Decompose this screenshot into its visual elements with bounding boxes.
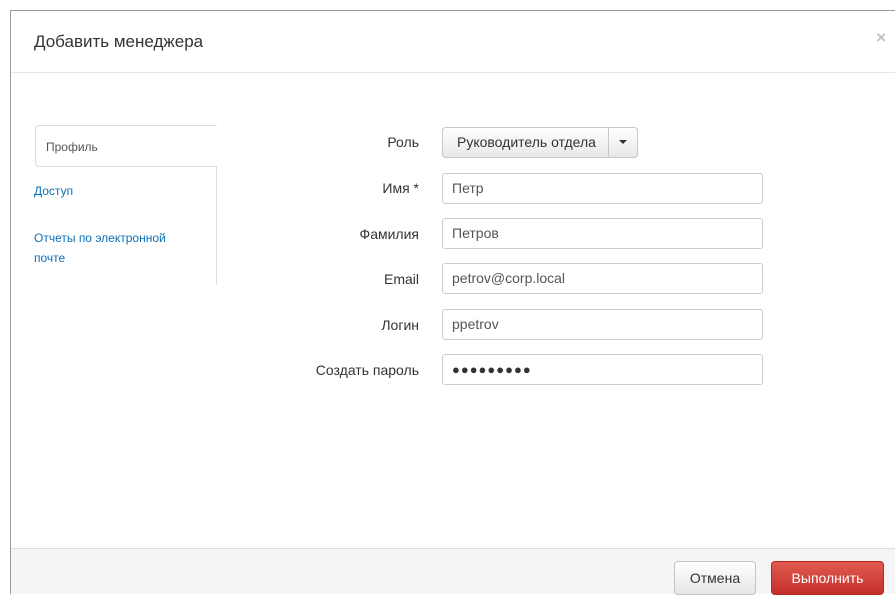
first-name-field[interactable]: Петр <box>442 173 763 204</box>
last-name-field[interactable]: Петров <box>442 218 763 249</box>
caret-down-icon[interactable] <box>609 128 637 157</box>
cancel-button[interactable]: Отмена <box>674 561 756 595</box>
email-label: Email <box>383 271 419 287</box>
last-name-label: Фамилия <box>359 226 419 242</box>
password-label: Создать пароль <box>315 362 419 378</box>
dialog-title: Добавить менеджера <box>34 32 204 51</box>
dialog-footer: Отмена Выполнить <box>11 548 895 595</box>
side-tabs: Профиль Доступ Отчеты по электронной поч… <box>11 125 217 285</box>
tab-profile-label: Профиль <box>46 140 98 154</box>
tab-profile[interactable]: Профиль <box>35 125 217 167</box>
add-manager-dialog: Добавить менеджера × Профиль Доступ Отче… <box>10 10 895 595</box>
role-label: Роль <box>387 134 419 150</box>
login-label: Логин <box>381 317 419 333</box>
role-dropdown-value: Руководитель отдела <box>443 128 609 157</box>
dialog-header: Добавить менеджера × <box>11 11 895 73</box>
tab-access[interactable]: Доступ <box>34 181 73 201</box>
tabs-divider <box>216 167 217 285</box>
role-dropdown[interactable]: Руководитель отдела <box>442 127 638 158</box>
first-name-label: Имя * <box>382 180 419 196</box>
email-field[interactable]: petrov@corp.local <box>442 263 763 294</box>
tab-email-reports[interactable]: Отчеты по электронной почте <box>34 228 194 268</box>
password-field[interactable]: ●●●●●●●●● <box>442 354 763 385</box>
close-icon[interactable]: × <box>876 29 886 46</box>
login-field[interactable]: ppetrov <box>442 309 763 340</box>
submit-button[interactable]: Выполнить <box>771 561 884 595</box>
